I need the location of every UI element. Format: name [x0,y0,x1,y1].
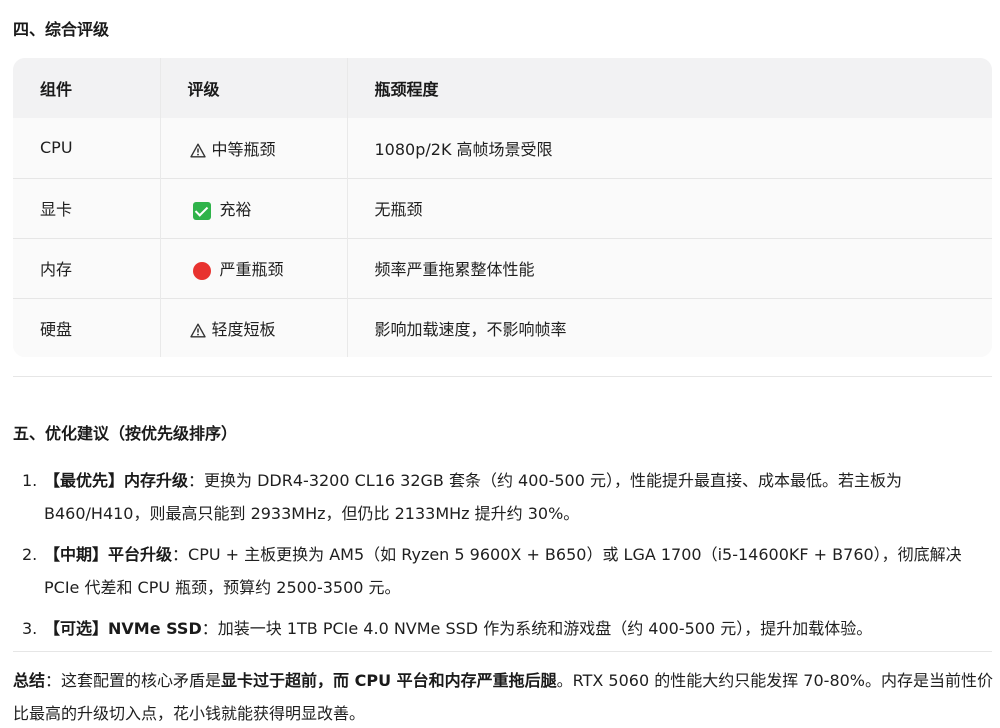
list-number: 1. [22,471,38,490]
rating-table: 组件 评级 瓶颈程度 CPU 中等瓶颈 1080p/2K 高帧场景受限 显卡 充… [13,58,992,357]
cell-rating: 中等瓶颈 [159,118,347,178]
summary-paragraph: 总结：这套配置的核心矛盾是显卡过于超前，而 CPU 平台和内存严重拖后腿。RTX… [13,664,993,728]
cell-impact: 1080p/2K 高帧场景受限 [346,118,992,178]
suggestion-list: 1. 【最优先】内存升级：更换为 DDR4-3200 CL16 32GB 套条（… [22,464,987,653]
cell-rating: 充裕 [159,177,347,238]
summary-bold: 显卡过于超前，而 CPU 平台和内存严重拖后腿 [221,671,557,690]
list-number: 2. [22,545,38,564]
rating-label: 中等瓶颈 [211,139,276,159]
list-number: 3. [22,619,38,638]
rating-label: 严重瓶颈 [219,260,284,279]
list-item: 1. 【最优先】内存升级：更换为 DDR4-3200 CL16 32GB 套条（… [22,464,987,530]
cell-component: 内存 [13,237,160,298]
summary-label: 总结 [13,671,46,690]
green-check-icon [192,201,211,220]
table-row: 硬盘 轻度短板 影响加载速度，不影响帧率 [13,297,992,357]
section-divider [13,376,992,377]
section-title-suggestions: 五、优化建议（按优先级排序） [13,424,238,443]
summary-divider [13,651,992,652]
cell-impact: 频率严重拖累整体性能 [346,237,992,298]
table-row: CPU 中等瓶颈 1080p/2K 高帧场景受限 [13,118,992,178]
rating-label: 充裕 [219,200,252,219]
cell-component: 硬盘 [13,297,160,357]
list-item-text: ：CPU + 主板更换为 AM5（如 Ryzen 5 9600X + B650）… [44,545,962,597]
header-rating: 评级 [159,58,347,118]
header-component: 组件 [40,80,73,99]
table-header-row: 组件 评级 瓶颈程度 [13,58,992,118]
rating-label: 轻度短板 [211,320,276,340]
table-row: 显卡 充裕 无瓶颈 [13,177,992,238]
cell-rating: 轻度短板 [159,297,347,357]
header-bottleneck: 瓶颈程度 [346,58,992,118]
cell-rating: 严重瓶颈 [159,237,347,298]
section-title-rating: 四、综合评级 [13,20,110,39]
red-circle-icon [192,261,211,280]
list-item-tag: 【中期】平台升级 [44,545,173,564]
list-item-tag: 【最优先】内存升级 [44,471,189,490]
list-item-text: ：加装一块 1TB PCIe 4.0 NVMe SSD 作为系统和游戏盘（约 4… [201,619,873,638]
cell-impact: 无瓶颈 [346,177,992,238]
list-item: 3. 【可选】NVMe SSD：加装一块 1TB PCIe 4.0 NVMe S… [22,612,987,645]
warning-icon [189,323,206,338]
list-item: 2. 【中期】平台升级：CPU + 主板更换为 AM5（如 Ryzen 5 96… [22,538,987,604]
warning-icon [189,143,206,158]
list-item-tag: 【可选】NVMe SSD [44,619,202,638]
table-row: 内存 严重瓶颈 频率严重拖累整体性能 [13,237,992,298]
summary-text-1: ：这套配置的核心矛盾是 [45,671,222,690]
cell-component: 显卡 [13,177,160,238]
cell-impact: 影响加载速度，不影响帧率 [346,297,992,357]
cell-component: CPU [40,138,73,158]
